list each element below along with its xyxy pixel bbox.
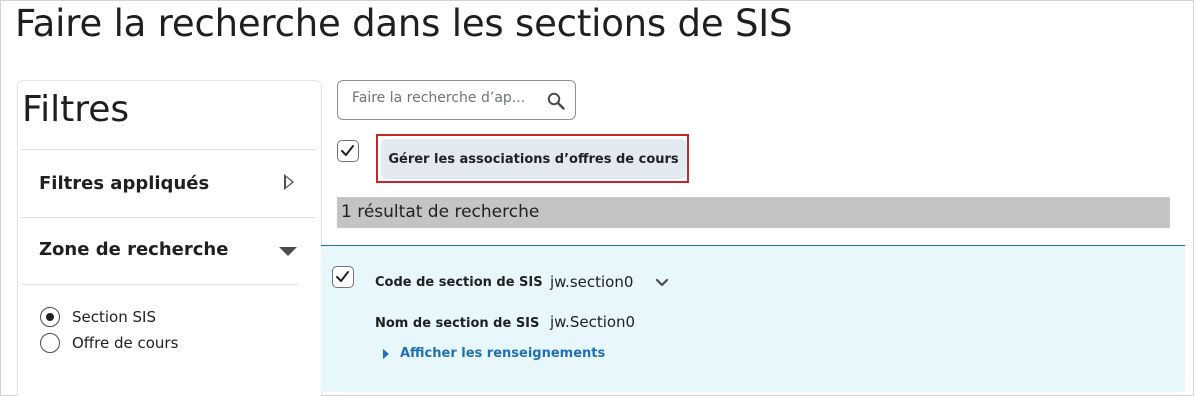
section-name-value: jw.Section0: [550, 313, 636, 331]
results-summary: 1 résultat de recherche: [337, 197, 1170, 228]
search-icon[interactable]: [547, 92, 565, 110]
radio-option-section-sis[interactable]: Section SIS: [40, 307, 156, 327]
chevron-right-icon: [284, 174, 294, 190]
search-input[interactable]: [352, 90, 532, 106]
search-area-label: Zone de recherche: [39, 239, 229, 260]
show-details-link[interactable]: Afficher les renseignements: [383, 346, 605, 361]
divider: [21, 217, 316, 218]
radio-button[interactable]: [40, 333, 60, 353]
select-all-checkbox[interactable]: [337, 140, 359, 162]
row-checkbox[interactable]: [332, 266, 354, 288]
filters-applied-toggle[interactable]: Filtres appliqués: [21, 151, 316, 217]
show-details-label: Afficher les renseignements: [400, 346, 606, 361]
radio-button-selected[interactable]: [40, 307, 60, 327]
radio-option-offre-de-cours[interactable]: Offre de cours: [40, 333, 178, 353]
radio-label: Offre de cours: [72, 334, 179, 352]
section-name-label: Nom de section de SIS: [375, 316, 540, 331]
filters-applied-label: Filtres appliqués: [39, 173, 210, 194]
section-code-label: Code de section de SIS: [375, 275, 543, 290]
filters-title: Filtres: [22, 89, 130, 130]
search-area-toggle[interactable]: Zone de recherche: [21, 219, 316, 283]
filters-panel: Filtres Filtres appliqués Zone de recher…: [17, 80, 322, 396]
radio-label: Section SIS: [72, 308, 156, 326]
chevron-down-icon[interactable]: [655, 278, 669, 288]
search-box[interactable]: [337, 80, 576, 120]
checkmark-icon: [341, 145, 354, 156]
divider: [21, 149, 316, 150]
table-row: Code de section de SIS jw.section0 Nom d…: [321, 245, 1185, 392]
checkmark-icon: [336, 271, 349, 282]
chevron-down-icon: [279, 247, 297, 256]
manage-course-offering-associations-button[interactable]: Gérer les associations d’offres de cours: [381, 139, 686, 179]
page-title: Faire la recherche dans les sections de …: [15, 2, 793, 45]
caret-right-icon: [383, 348, 389, 359]
divider: [21, 284, 298, 285]
section-code-value: jw.section0: [550, 273, 634, 291]
